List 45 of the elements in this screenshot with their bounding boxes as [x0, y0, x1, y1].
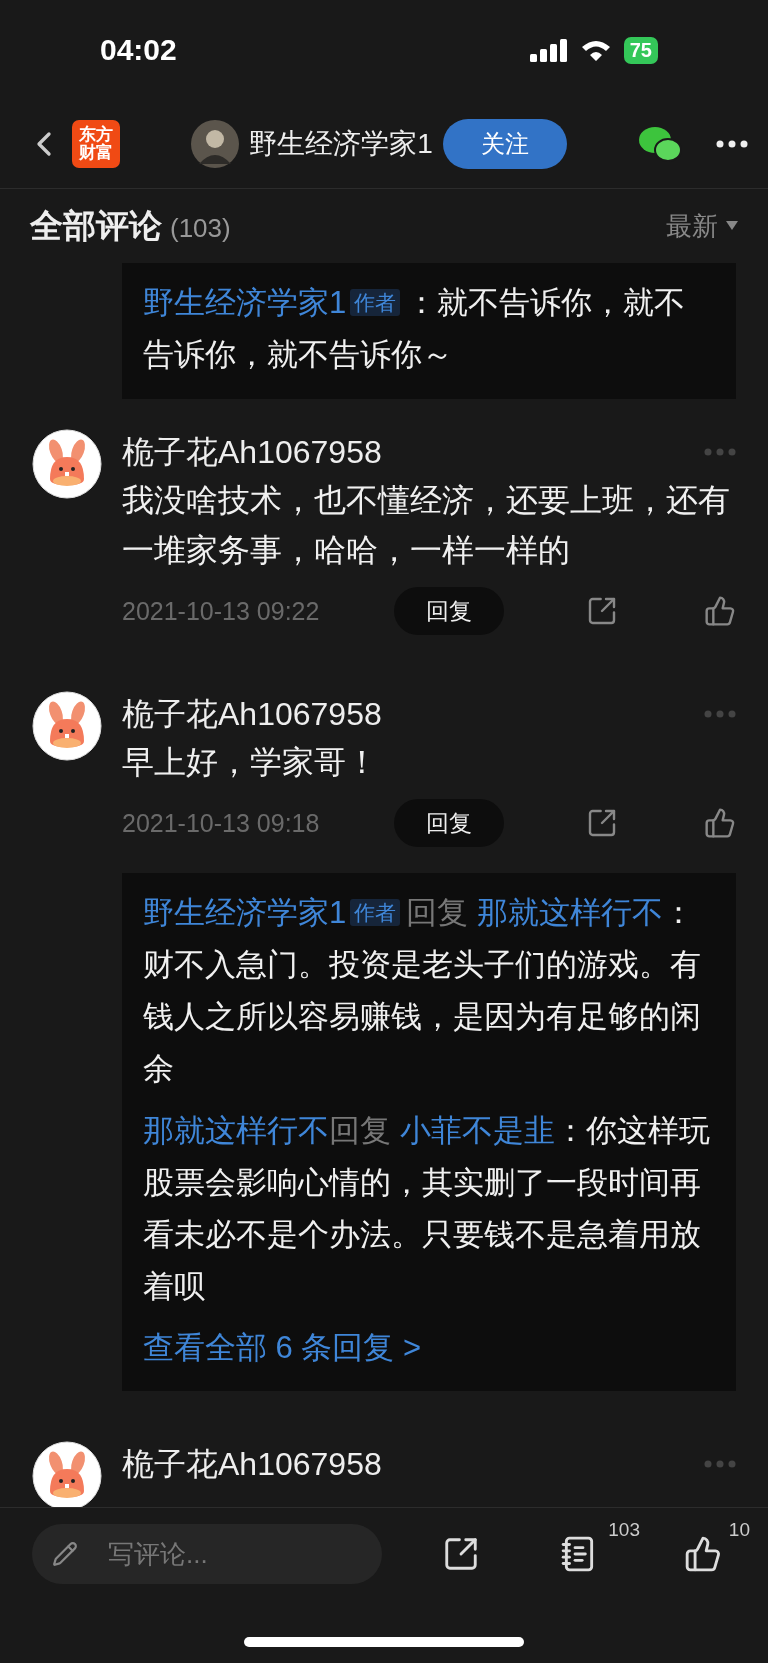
- comments-count: 103: [608, 1519, 640, 1541]
- more-icon[interactable]: [716, 140, 748, 148]
- comment-input[interactable]: 写评论...: [32, 1524, 382, 1584]
- user-name[interactable]: 桅子花Ah1067958: [122, 429, 382, 475]
- like-icon[interactable]: [684, 1535, 722, 1573]
- reply-text: 那就这样行不回复 小菲不是韭：你这样玩股票会影响心情的，其实删了一段时间再看未必不是个办法。只要钱不是急着用放着呗: [143, 1112, 711, 1306]
- user-link[interactable]: 那就这样行不: [143, 1113, 329, 1148]
- comment-count: (103): [170, 212, 231, 243]
- bunny-avatar[interactable]: [32, 691, 102, 761]
- status-time: 04:02: [100, 33, 177, 67]
- sort-dropdown[interactable]: 最新: [666, 208, 738, 244]
- reply-text: 野生经济学家1 $^{作者}$ 回复 那就这样行不：财不入急门。投资是老头子们的游戏。有钱人之所以容易赚钱，是因为有足够的闲余: [143, 894, 702, 1088]
- bunny-avatar[interactable]: [32, 1441, 102, 1507]
- comment-time: 2021-10-13 09:22: [122, 596, 321, 626]
- share-icon[interactable]: [442, 1535, 480, 1573]
- comment-text: 早上好，学家哥！: [122, 743, 379, 782]
- chat-bubbles-icon[interactable]: [638, 125, 682, 163]
- comment-time: 2021-10-13 09:18: [122, 808, 321, 838]
- like-count: 10: [728, 1519, 750, 1541]
- pencil-icon: [52, 1541, 78, 1567]
- user-link[interactable]: 野生经济学家1: [143, 285, 347, 320]
- reply-button[interactable]: 回复: [394, 799, 504, 847]
- battery-icon: 75: [623, 36, 658, 64]
- user-name[interactable]: 桅子花Ah1067958: [122, 691, 382, 737]
- reply-text: 野生经济学家1 $^{作者}$ ：就不告诉你，就不告诉你，就不告诉你～: [143, 284, 687, 374]
- user-name[interactable]: 桅子花Ah1067958: [122, 1441, 382, 1487]
- view-replies-link[interactable]: 查看全部 6 条回复 >: [143, 1323, 715, 1373]
- person-avatar[interactable]: [191, 120, 240, 168]
- user-link[interactable]: 那就这样行不: [476, 895, 663, 930]
- bunny-avatar[interactable]: [32, 429, 102, 499]
- comment-text: 我没啥技术，也不懂经济，还要上班，还有一堆家务事，哈哈，一样一样的: [122, 481, 731, 570]
- user-link[interactable]: 野生经济学家1: [143, 895, 347, 930]
- input-placeholder: 写评论...: [108, 1537, 208, 1571]
- reply-button[interactable]: 回复: [394, 587, 504, 635]
- reply-word: 回复: [406, 895, 469, 930]
- reply-word: 回复: [329, 1113, 391, 1148]
- follow-button[interactable]: 关注: [442, 119, 567, 169]
- app-logo[interactable]: 东方 财富: [72, 120, 120, 168]
- author-badge: 作者: [350, 899, 401, 926]
- author-name: 野生经济学家1: [249, 127, 433, 161]
- section-title: 全部评论: [30, 206, 162, 244]
- caret-icon: [726, 221, 738, 231]
- signal-icon: [529, 38, 568, 62]
- author-badge: 作者: [350, 289, 401, 316]
- user-link[interactable]: 小菲不是韭: [399, 1113, 555, 1148]
